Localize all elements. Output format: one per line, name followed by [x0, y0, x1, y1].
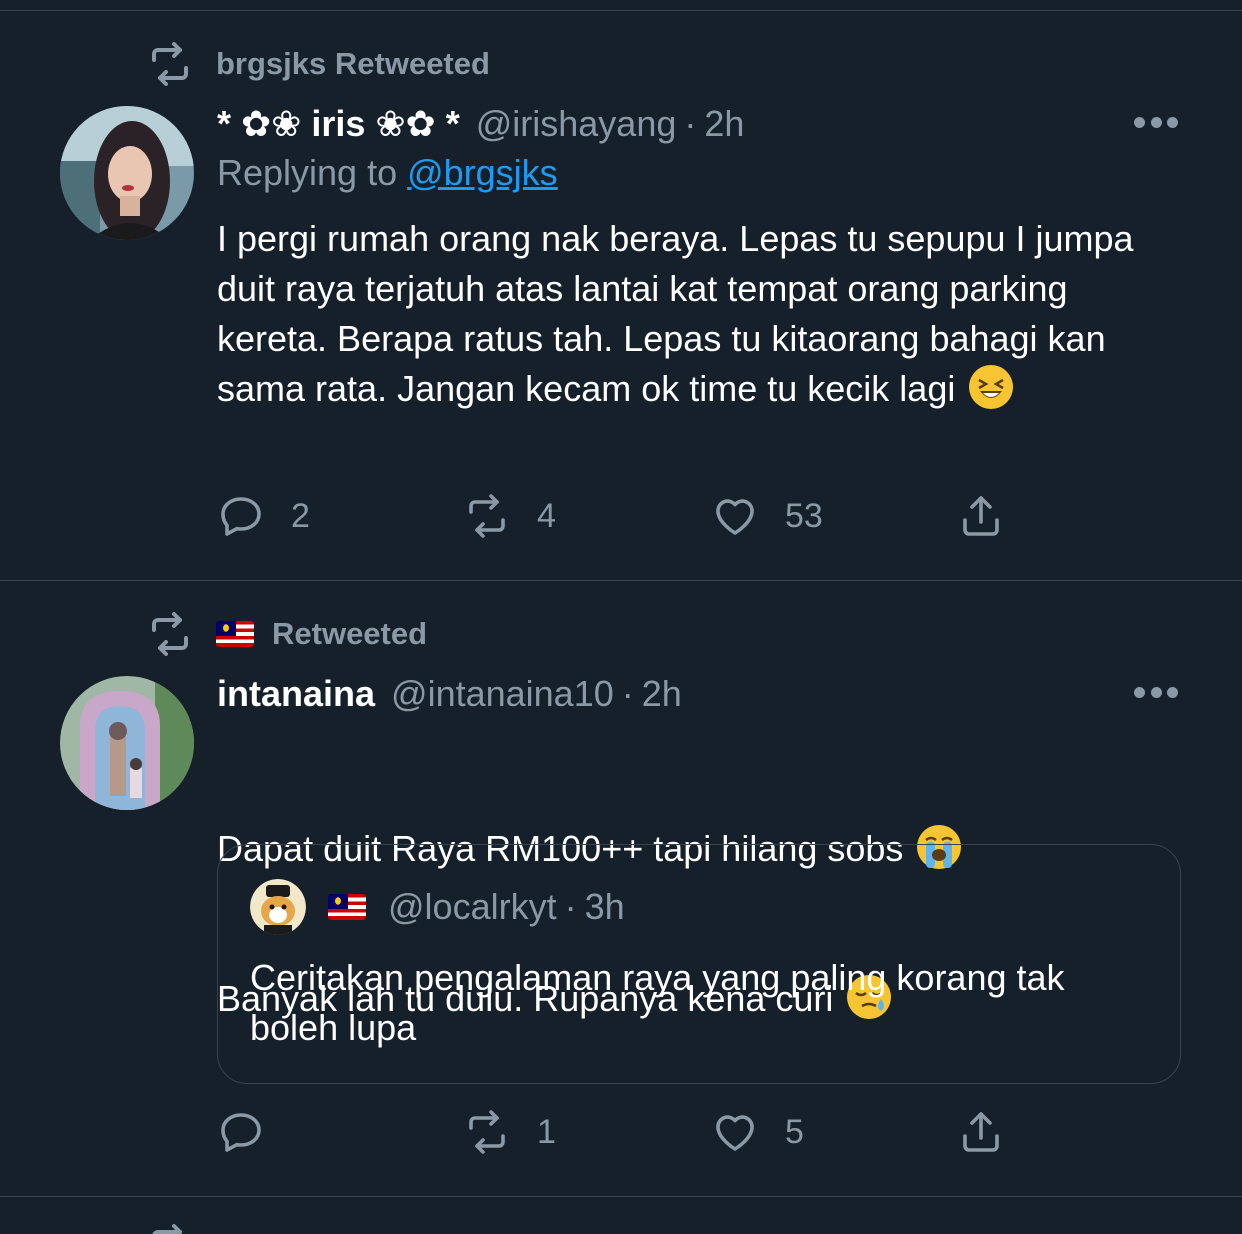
reply-count: 2 — [291, 496, 310, 535]
display-name[interactable]: * ✿❀ iris ❀✿ * — [217, 103, 460, 145]
share-button[interactable] — [957, 492, 1031, 540]
retweet-icon — [469, 1110, 505, 1154]
quoted-tweet-header: @localrkyt · 3h — [250, 879, 625, 935]
tweet-divider — [0, 1196, 1242, 1197]
retweeted-by-text[interactable]: Retweeted — [272, 616, 427, 652]
quoted-tweet[interactable]: @localrkyt · 3h Ceritakan pengalaman ray… — [217, 844, 1181, 1084]
more-options-icon[interactable] — [1134, 117, 1178, 129]
laughing-squint-face-icon — [969, 365, 1014, 409]
quoted-avatar[interactable] — [250, 879, 306, 935]
malaysia-flag-icon — [216, 621, 254, 647]
share-button[interactable] — [957, 1108, 1031, 1156]
share-icon — [963, 1112, 999, 1152]
tweet-text: I pergi rumah orang nak beraya. Lepas tu… — [217, 214, 1157, 414]
retweet-icon — [152, 612, 188, 656]
retweet-count: 1 — [537, 1112, 556, 1151]
retweet-button[interactable]: 1 — [463, 1108, 556, 1156]
separator-dot: · — [564, 886, 577, 927]
tweet-body: * ✿❀ iris ❀✿ * @irishayang · 2h Replying… — [217, 102, 1182, 414]
replying-handle-link[interactable]: @brgsjks — [407, 152, 558, 193]
timestamp[interactable]: 2h — [704, 103, 744, 145]
retweeted-by-text[interactable]: brgsjks Retweeted — [216, 46, 490, 82]
malaysia-flag-icon — [328, 894, 366, 920]
retweet-icon — [469, 494, 505, 538]
retweet-icon — [152, 1224, 182, 1234]
like-button[interactable]: 53 — [711, 492, 823, 540]
action-bar: 2 4 53 — [217, 492, 1017, 544]
like-count: 53 — [785, 496, 823, 535]
quoted-timestamp[interactable]: 3h — [585, 886, 625, 928]
reply-icon — [221, 497, 261, 536]
like-button[interactable]: 5 — [711, 1108, 804, 1156]
replying-to: Replying to @brgsjks — [217, 152, 1182, 194]
retweet-button[interactable]: 4 — [463, 492, 556, 540]
reply-button[interactable] — [217, 1108, 291, 1156]
retweet-count: 4 — [537, 496, 556, 535]
replying-prefix: Replying to — [217, 152, 408, 193]
reply-button[interactable]: 2 — [217, 492, 310, 540]
tweet-header: intanaina @intanaina10 · 2h — [217, 672, 1182, 716]
user-handle[interactable]: @intanaina10 — [391, 673, 614, 715]
quoted-user-handle[interactable]: @localrkyt — [388, 886, 557, 928]
quoted-tweet-text: Ceritakan pengalaman raya yang paling ko… — [250, 957, 1075, 1048]
retweet-context: brgsjks Retweeted — [146, 40, 490, 88]
action-bar: 1 5 — [217, 1108, 1017, 1160]
timestamp[interactable]: 2h — [642, 673, 682, 715]
separator-dot: · — [684, 103, 697, 144]
heart-icon — [716, 499, 754, 535]
retweet-icon — [152, 42, 188, 86]
user-handle[interactable]: @irishayang — [476, 103, 677, 145]
retweet-context: Retweeted — [146, 610, 427, 658]
tweet-2[interactable]: Retweeted intanaina @intanaina10 · 2h Da… — [0, 580, 1242, 1196]
tweet-1[interactable]: brgsjks Retweeted * ✿❀ iris ❀✿ * @irisha… — [0, 0, 1242, 580]
separator-dot: · — [621, 673, 634, 714]
next-tweet-partial — [146, 1222, 194, 1234]
avatar[interactable] — [60, 106, 194, 240]
heart-icon — [716, 1115, 754, 1151]
share-icon — [963, 496, 999, 536]
more-options-icon[interactable] — [1134, 687, 1178, 699]
avatar[interactable] — [60, 676, 194, 810]
tweet-header: * ✿❀ iris ❀✿ * @irishayang · 2h — [217, 102, 1182, 146]
like-count: 5 — [785, 1112, 804, 1151]
reply-icon — [221, 1113, 261, 1152]
display-name[interactable]: intanaina — [217, 673, 375, 715]
